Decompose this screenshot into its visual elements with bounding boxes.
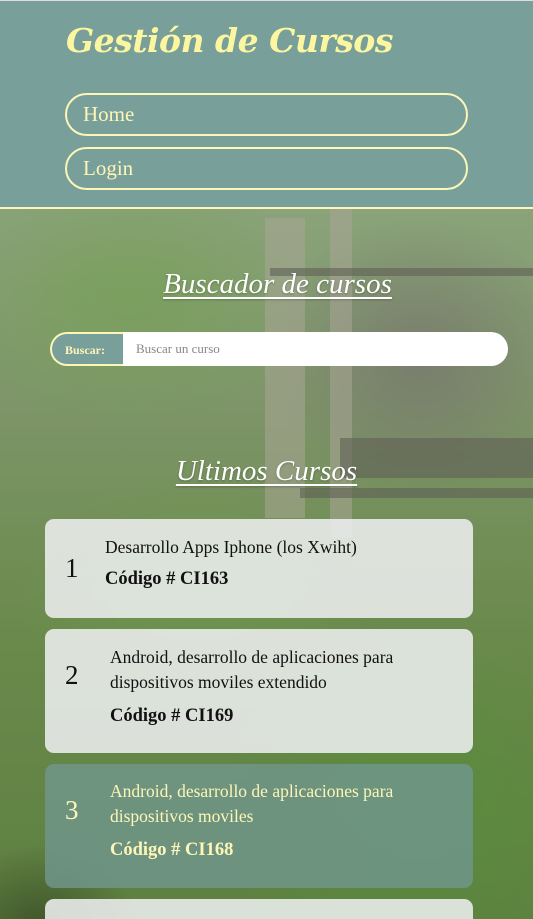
course-card[interactable]: 3 Android, desarrollo de aplicaciones pa… — [45, 764, 473, 888]
nav-home-button[interactable]: Home — [65, 93, 468, 136]
course-number: 3 — [65, 795, 79, 825]
course-name: Android, desarrollo de aplicaciones para… — [110, 781, 394, 826]
course-code: Código # CI169 — [110, 706, 234, 726]
latest-courses-title: Ultimos Cursos — [175, 455, 358, 487]
course-name: Android, desarrollo de aplicaciones para… — [110, 647, 394, 692]
course-code: Código # CI168 — [110, 840, 234, 860]
search-input[interactable] — [123, 332, 508, 366]
course-number: 1 — [65, 553, 79, 583]
search-label: Buscar: — [50, 332, 123, 366]
course-card[interactable]: 2 Android, desarrollo de aplicaciones pa… — [45, 629, 473, 753]
course-card[interactable]: 1 Desarrollo Apps Iphone (los Xwiht) Cód… — [45, 519, 473, 618]
nav-login-button[interactable]: Login — [65, 147, 468, 190]
search-bar: Buscar: — [50, 332, 508, 366]
course-card-partial[interactable] — [45, 899, 473, 919]
search-section-title: Buscador de cursos — [163, 268, 392, 300]
course-number: 2 — [65, 660, 79, 690]
brand-title[interactable]: Gestión de Cursos — [66, 21, 393, 60]
course-name: Desarrollo Apps Iphone (los Xwiht) — [105, 537, 357, 557]
site-header: Gestión de Cursos Home Login — [0, 0, 533, 209]
course-code: Código # CI163 — [105, 569, 229, 589]
